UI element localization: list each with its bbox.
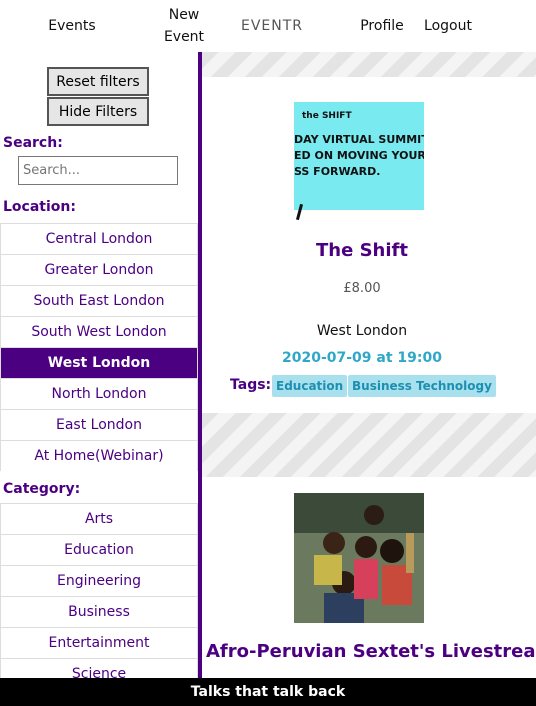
tag-education[interactable]: Education <box>272 375 348 397</box>
event-separator <box>202 413 536 477</box>
reset-filters-button[interactable]: Reset filters <box>47 67 149 96</box>
location-item-south-west-london[interactable]: South West London <box>0 316 198 347</box>
event-image[interactable]: the SHIFT DAY VIRTUAL SUMMIT ED ON MOVIN… <box>294 92 424 222</box>
location-item-greater-london[interactable]: Greater London <box>0 254 198 285</box>
nav-profile-link[interactable]: Profile <box>356 0 408 52</box>
search-label: Search: <box>3 135 63 151</box>
hide-filters-button[interactable]: Hide Filters <box>47 97 149 126</box>
band-photo-icon <box>294 493 424 623</box>
brand-logo[interactable]: EVENTR <box>236 0 308 52</box>
search-input[interactable] <box>18 156 178 185</box>
event-location: West London <box>316 323 408 339</box>
tag-technology[interactable]: Technology <box>412 375 496 397</box>
footer-tagline: Talks that talk back <box>0 678 536 706</box>
event-title[interactable]: The Shift <box>202 240 522 261</box>
location-list: Central London Greater London South East… <box>0 223 198 471</box>
nav-events-link[interactable]: Events <box>40 0 104 52</box>
filter-sidebar: Reset filters Hide Filters Search: Locat… <box>0 52 198 689</box>
tag-business[interactable]: Business <box>348 375 416 397</box>
category-item-engineering[interactable]: Engineering <box>0 565 198 596</box>
category-item-education[interactable]: Education <box>0 534 198 565</box>
event-list: the SHIFT DAY VIRTUAL SUMMIT ED ON MOVIN… <box>202 52 536 678</box>
location-item-east-london[interactable]: East London <box>0 409 198 440</box>
nav-new-event-link[interactable]: New Event <box>158 0 210 52</box>
location-label: Location: <box>3 199 76 215</box>
event-separator <box>202 52 536 77</box>
event-image-brand: the SHIFT <box>302 111 352 121</box>
location-item-north-london[interactable]: North London <box>0 378 198 409</box>
location-item-south-east-london[interactable]: South East London <box>0 285 198 316</box>
event-datetime: 2020-07-09 at 19:00 <box>281 350 442 366</box>
category-item-entertainment[interactable]: Entertainment <box>0 627 198 658</box>
location-item-west-london[interactable]: West London <box>0 347 198 378</box>
event-title[interactable]: Afro-Peruvian Sextet's Livestreaming <box>206 641 536 662</box>
category-label: Category: <box>3 481 81 497</box>
tags-label: Tags: <box>230 377 272 393</box>
event-image-text: DAY VIRTUAL SUMMIT ED ON MOVING YOUR SS … <box>294 133 424 178</box>
category-item-arts[interactable]: Arts <box>0 503 198 534</box>
event-price: £8.00 <box>343 281 381 296</box>
location-item-at-home-webinar[interactable]: At Home(Webinar) <box>0 440 198 471</box>
location-item-central-london[interactable]: Central London <box>0 223 198 254</box>
top-nav: Events New Event EVENTR Profile Logout <box>0 0 536 52</box>
category-item-business[interactable]: Business <box>0 596 198 627</box>
event-image[interactable] <box>294 493 424 623</box>
nav-logout-link[interactable]: Logout <box>418 0 478 52</box>
category-list: Arts Education Engineering Business Ente… <box>0 503 198 689</box>
